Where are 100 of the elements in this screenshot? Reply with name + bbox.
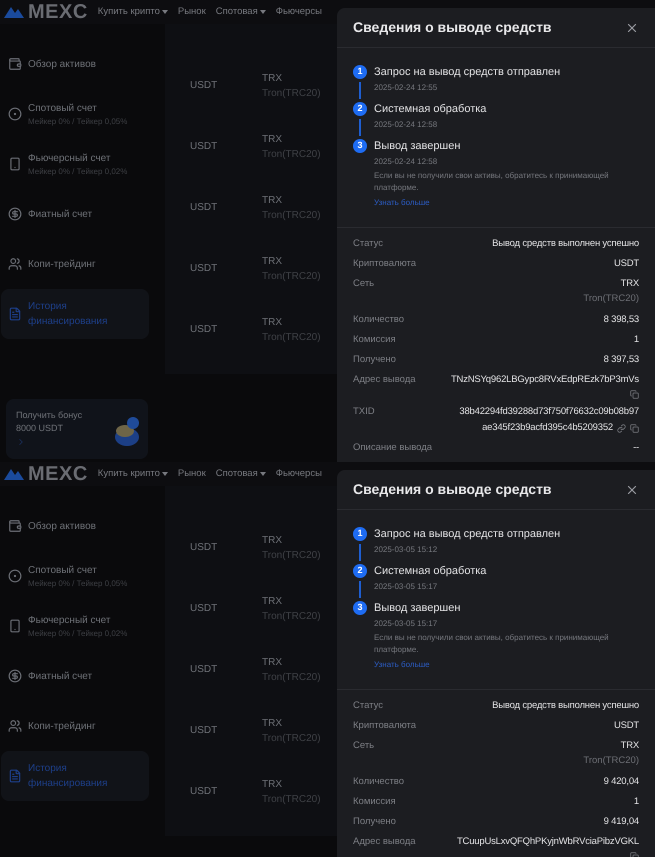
network-name: Tron(TRC20) bbox=[583, 292, 639, 306]
copy-icon[interactable] bbox=[630, 424, 639, 432]
sidebar-item[interactable]: Спотовый счет Мейкер 0% / Тейкер 0,05% bbox=[1, 551, 149, 601]
step-title: Запрос на вывод средств отправлен bbox=[374, 65, 560, 79]
detail-label: Комиссия bbox=[353, 333, 396, 347]
sidebar-item[interactable]: Фиатный счет bbox=[1, 651, 149, 701]
sidebar-item[interactable]: Копи-трейдинг bbox=[1, 701, 149, 751]
sidebar-item[interactable]: Фиатный счет bbox=[1, 189, 149, 239]
step-title: Системная обработка bbox=[374, 564, 486, 578]
detail-value: TCuupUsLxvQFQhPKyjnWbRVciaPibzVGKL bbox=[456, 835, 639, 849]
detail-value: TRX bbox=[620, 739, 639, 753]
nav-link[interactable]: Рынок bbox=[178, 4, 206, 20]
network-cell-text: TRX bbox=[262, 594, 283, 608]
network-cell-text: TRX bbox=[262, 316, 283, 330]
fee-text: Мейкер 0% / Тейкер 0,02% bbox=[28, 166, 128, 178]
circle-dot-icon bbox=[8, 569, 22, 583]
bonus-title: Получить бонус bbox=[16, 409, 84, 422]
nav-link[interactable]: Купить крипто bbox=[98, 4, 168, 20]
detail-value: 1 bbox=[634, 795, 639, 809]
coin-cell-text: USDT bbox=[190, 724, 218, 738]
sidebar-item-label: История финансирования bbox=[28, 762, 108, 791]
sidebar-item-label: Копи-трейдинг bbox=[28, 720, 96, 734]
logo-text[interactable]: MEXC bbox=[28, 2, 88, 22]
coin-cell-text: USDT bbox=[190, 663, 218, 677]
nav-link[interactable]: Фьючерсы bbox=[276, 4, 322, 20]
users-icon bbox=[8, 719, 22, 733]
wallet-icon bbox=[8, 57, 22, 71]
detail-value: ae345f23b9acfd395c4b5209352 bbox=[482, 421, 613, 435]
dialog-title: Сведения о выводе средств bbox=[353, 18, 552, 37]
sidebar-item-label: Спотовый счет bbox=[28, 564, 98, 578]
detail-label: Описание вывода bbox=[353, 441, 432, 455]
nav-link[interactable]: Спотовая bbox=[216, 466, 266, 482]
sidebar-item-label: Фиатный счет bbox=[28, 670, 92, 684]
detail-value: USDT bbox=[614, 719, 639, 733]
nav-link[interactable]: Спотовая bbox=[216, 4, 266, 20]
step-number: 3 bbox=[353, 139, 367, 153]
sidebar-item-label: Фьючерсный счет bbox=[28, 152, 112, 166]
caret-icon bbox=[260, 10, 266, 14]
sidebar-item[interactable]: Копи-трейдинг bbox=[1, 239, 149, 289]
detail-label: Криптовалюта bbox=[353, 719, 416, 733]
link-icon[interactable] bbox=[617, 424, 626, 432]
detail-value: 9 420,04 bbox=[604, 775, 639, 789]
network-cell-text: TRX bbox=[262, 778, 283, 792]
detail-value: USDT bbox=[614, 257, 639, 271]
step-title: Вывод завершен bbox=[374, 601, 462, 615]
sidebar-item[interactable]: Фьючерсный счет Мейкер 0% / Тейкер 0,02% bbox=[1, 601, 149, 651]
step-number: 1 bbox=[353, 65, 367, 79]
learn-more-link[interactable]: Узнать больше bbox=[374, 197, 430, 209]
sidebar-item[interactable]: Фьючерсный счет Мейкер 0% / Тейкер 0,02% bbox=[1, 139, 149, 189]
step-time: 2025-03-05 15:17 bbox=[374, 581, 438, 593]
step-number: 1 bbox=[353, 527, 367, 541]
step-note: Если вы не получили свои активы, обратитесь к принимающей платформе. bbox=[374, 170, 610, 194]
copy-icon[interactable] bbox=[630, 390, 639, 399]
wallet-icon bbox=[8, 519, 22, 533]
sidebar-item[interactable]: Спотовый счет Мейкер 0% / Тейкер 0,05% bbox=[1, 89, 149, 139]
logo-text[interactable]: MEXC bbox=[28, 464, 88, 484]
logo-icon bbox=[4, 6, 24, 18]
detail-label: TXID bbox=[353, 405, 375, 419]
nav-link[interactable]: Рынок bbox=[178, 466, 206, 482]
caret-icon bbox=[162, 10, 168, 14]
step-title: Вывод завершен bbox=[374, 139, 462, 153]
detail-value: 8 397,53 bbox=[604, 353, 639, 367]
detail-value: TRX bbox=[620, 277, 639, 291]
sidebar-item[interactable]: Обзор активов bbox=[1, 501, 149, 551]
nav-link[interactable]: Фьючерсы bbox=[276, 466, 322, 482]
coin-cell-text: USDT bbox=[190, 140, 218, 154]
bonus-card[interactable]: Получить бонус 8000 USDT bbox=[6, 399, 148, 459]
detail-label: Сеть bbox=[353, 739, 374, 753]
nav-link[interactable]: Купить крипто bbox=[98, 466, 168, 482]
step-note: Если вы не получили свои активы, обратитесь к принимающей платформе. bbox=[374, 632, 610, 656]
coin-cell-text: USDT bbox=[190, 785, 218, 799]
document-icon bbox=[8, 307, 22, 321]
circle-dot-icon bbox=[8, 107, 22, 121]
network-cell-text: TRX bbox=[262, 132, 283, 146]
detail-value: 38b42294fd39288d73f750f76632c09b08b97 bbox=[459, 405, 639, 419]
sidebar-item[interactable]: Обзор активов bbox=[1, 39, 149, 89]
coin-cell-text: USDT bbox=[190, 323, 218, 337]
coin-cell-text: USDT bbox=[190, 79, 218, 93]
detail-label: Сеть bbox=[353, 277, 374, 291]
bonus-amount: 8000 USDT bbox=[16, 422, 64, 435]
step-number: 2 bbox=[353, 102, 367, 116]
detail-label: Количество bbox=[353, 313, 404, 327]
detail-label: Получено bbox=[353, 815, 396, 829]
step-time: 2025-03-05 15:12 bbox=[374, 544, 438, 556]
fee-text: Мейкер 0% / Тейкер 0,02% bbox=[28, 628, 128, 640]
device-icon bbox=[8, 157, 22, 171]
detail-value: Вывод средств выполнен успешно bbox=[492, 699, 639, 713]
detail-value: TNzNSYq962LBGypc8RVxEdpREzk7bP3mVs bbox=[450, 373, 639, 387]
dollar-coin-icon bbox=[8, 207, 22, 221]
sidebar-item-label: Копи-трейдинг bbox=[28, 258, 96, 272]
detail-label: Адрес вывода bbox=[353, 835, 416, 849]
detail-label: Комиссия bbox=[353, 795, 396, 809]
detail-value: 8 398,53 bbox=[604, 313, 639, 327]
network-cell-text: TRX bbox=[262, 72, 283, 86]
document-icon bbox=[8, 769, 22, 783]
detail-label: Криптовалюта bbox=[353, 257, 416, 271]
fee-text: Мейкер 0% / Тейкер 0,05% bbox=[28, 116, 128, 128]
detail-value: -- bbox=[633, 441, 639, 455]
network-cell-text: TRX bbox=[262, 656, 283, 670]
learn-more-link[interactable]: Узнать больше bbox=[374, 659, 430, 671]
